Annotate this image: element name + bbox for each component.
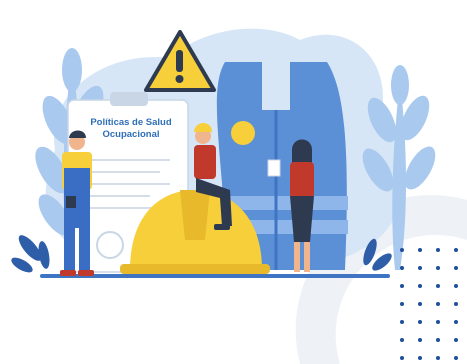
clipboard-title: Políticas de Salud Ocupacional <box>84 117 178 141</box>
occupational-safety-illustration <box>11 28 467 364</box>
clipboard-title-line2: Ocupacional <box>102 129 160 140</box>
clipboard-title-line1: Políticas de Salud <box>90 117 172 128</box>
dot-grid <box>400 248 458 360</box>
dark-leaves-left <box>11 235 50 273</box>
